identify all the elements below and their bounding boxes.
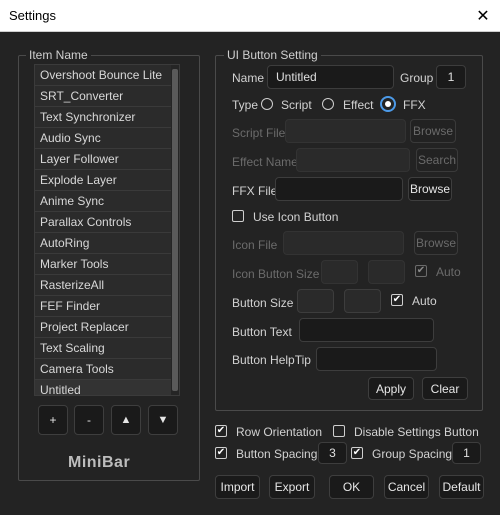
list-item[interactable]: RasterizeAll [35,275,173,296]
cancel-button[interactable]: Cancel [384,475,429,499]
button-helptip-label: Button HelpTip [232,353,311,367]
use-icon-label[interactable]: Use Icon Button [253,210,338,224]
group-spacing-checkbox[interactable]: ✔ [351,447,363,459]
item-name-legend: Item Name [26,48,91,62]
type-ffx-radio[interactable] [380,96,396,112]
group-label: Group [400,71,434,85]
button-spacing-label[interactable]: Button Spacing [236,447,317,461]
button-size-auto-label[interactable]: Auto [412,294,437,308]
effect-search-button[interactable]: Search [416,148,458,172]
type-label: Type [232,98,259,112]
window-title: Settings [9,8,56,23]
list-item[interactable]: AutoRing [35,233,173,254]
group-input[interactable]: 1 [436,65,466,89]
icon-button-size-label: Icon Button Size [232,267,320,281]
disable-settings-checkbox[interactable] [333,425,345,437]
name-input[interactable]: Untitled [267,65,394,89]
button-helptip-input[interactable] [316,347,437,371]
type-effect-radio[interactable] [322,98,334,110]
button-width-input[interactable] [297,289,334,313]
item-list[interactable]: Overshoot Bounce Lite SRT_Converter Text S… [34,64,180,396]
button-height-input[interactable] [344,289,381,313]
icon-width-input[interactable] [321,260,358,284]
name-label: Name [232,71,265,85]
icon-file-input[interactable] [283,231,404,255]
list-item[interactable]: Marker Tools [35,254,173,275]
button-text-input[interactable] [299,318,434,342]
list-scrollbar-thumb[interactable] [172,69,178,391]
item-list-items: Overshoot Bounce Lite SRT_Converter Text S… [35,65,179,395]
icon-file-label: Icon File [232,238,278,252]
ffx-browse-button[interactable]: Browse [408,177,452,201]
list-item[interactable]: SRT_Converter [35,86,173,107]
effect-name-label: Effect Name [232,155,298,169]
type-script-label[interactable]: Script [281,98,312,112]
list-item[interactable]: Layer Follower [35,149,173,170]
icon-browse-button[interactable]: Browse [414,231,458,255]
disable-settings-label[interactable]: Disable Settings Button [354,425,479,439]
type-effect-label[interactable]: Effect [343,98,373,112]
list-item[interactable]: Text Scaling [35,338,173,359]
apply-button[interactable]: Apply [368,377,414,400]
list-item[interactable]: Text Synchronizer [35,107,173,128]
list-item[interactable]: Project Replacer [35,317,173,338]
list-item[interactable]: Audio Sync [35,128,173,149]
group-spacing-value: 1 [463,446,470,460]
list-item[interactable]: Parallax Controls [35,212,173,233]
use-icon-checkbox[interactable] [232,210,244,222]
group-spacing-label[interactable]: Group Spacing [372,447,452,461]
button-text-label: Button Text [232,325,292,339]
effect-name-input[interactable] [296,148,410,172]
ui-button-setting-legend: UI Button Setting [224,48,321,62]
button-spacing-value: 3 [329,446,336,460]
list-item[interactable]: Explode Layer [35,170,173,191]
button-size-auto-checkbox[interactable]: ✔ [391,294,403,306]
ffx-file-input[interactable] [275,177,403,201]
move-up-button[interactable]: ▲ [111,405,141,435]
remove-item-button[interactable]: - [74,405,104,435]
button-spacing-input[interactable]: 3 [318,442,347,464]
type-ffx-label[interactable]: FFX [403,98,426,112]
icon-height-input[interactable] [368,260,405,284]
list-scrollbar[interactable] [171,65,179,395]
ffx-file-label: FFX File [232,184,278,198]
list-item[interactable]: Anime Sync [35,191,173,212]
name-input-value: Untitled [276,70,317,84]
clear-button[interactable]: Clear [422,377,468,400]
group-spacing-input[interactable]: 1 [452,442,481,464]
minibar-logo: MiniBar [68,454,131,471]
move-down-button[interactable]: ▼ [148,405,178,435]
script-file-input[interactable] [285,119,406,143]
close-icon[interactable]: ✕ [466,0,500,32]
script-browse-button[interactable]: Browse [410,119,456,143]
list-item[interactable]: FEF Finder [35,296,173,317]
icon-size-auto-label[interactable]: Auto [436,265,461,279]
type-script-radio[interactable] [261,98,273,110]
button-spacing-checkbox[interactable]: ✔ [215,447,227,459]
script-file-label: Script File [232,126,286,140]
list-item[interactable]: Camera Tools [35,359,173,380]
row-orientation-checkbox[interactable]: ✔ [215,425,227,437]
list-item[interactable]: Overshoot Bounce Lite [35,65,173,86]
group-input-value: 1 [447,70,455,84]
add-item-button[interactable]: + [38,405,68,435]
default-button[interactable]: Default [439,475,484,499]
title-bar: Settings ✕ [0,0,500,32]
button-size-label: Button Size [232,296,294,310]
icon-size-auto-checkbox[interactable]: ✔ [415,265,427,277]
import-button[interactable]: Import [215,475,260,499]
ok-button[interactable]: OK [329,475,374,499]
list-item[interactable]: Untitled [35,380,173,395]
export-button[interactable]: Export [269,475,315,499]
row-orientation-label[interactable]: Row Orientation [236,425,322,439]
